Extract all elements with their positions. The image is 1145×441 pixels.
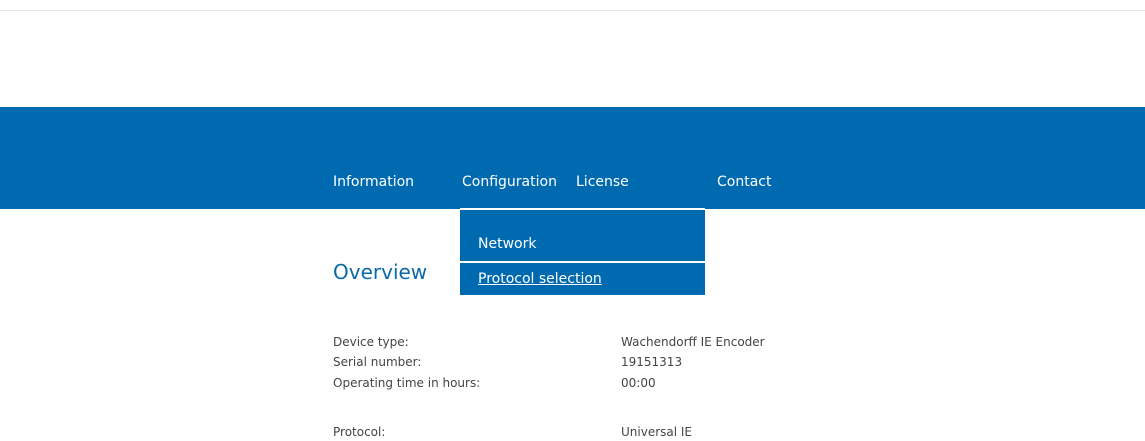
configuration-dropdown: Network Protocol selection	[460, 208, 705, 295]
info-label-operating-time: Operating time in hours:	[333, 376, 481, 390]
top-divider	[0, 10, 1145, 11]
page-title: Overview	[333, 260, 428, 284]
info-label-device-type: Device type:	[333, 335, 409, 349]
dropdown-item-network[interactable]: Network	[460, 234, 705, 254]
dropdown-item-protocol-selection[interactable]: Protocol selection	[460, 269, 705, 289]
info-value-protocol: Universal IE	[621, 425, 693, 439]
info-label-serial-number: Serial number:	[333, 355, 422, 369]
nav-item-information[interactable]: Information	[333, 172, 414, 192]
nav-item-contact[interactable]: Contact	[717, 172, 771, 192]
nav-item-configuration[interactable]: Configuration	[462, 172, 557, 192]
info-value-serial-number: 19151313	[621, 355, 683, 369]
navbar	[0, 107, 1145, 209]
info-value-device-type: Wachendorff IE Encoder	[621, 335, 765, 349]
nav-item-license[interactable]: License	[576, 172, 629, 192]
info-label-protocol: Protocol:	[333, 425, 386, 439]
page: Information Configuration License Contac…	[0, 0, 1145, 441]
info-value-operating-time: 00:00	[621, 376, 656, 390]
dropdown-separator	[460, 261, 705, 263]
